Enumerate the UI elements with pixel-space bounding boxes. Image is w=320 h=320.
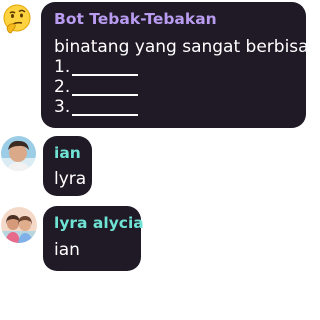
message-bubble-lyra-alycia: lyra alycia ian	[43, 206, 144, 271]
message-sender-ian[interactable]: ian	[54, 145, 81, 162]
message-sender-bot[interactable]: Bot Tebak-Tebakan	[54, 11, 217, 28]
answer-blank-line	[72, 74, 138, 76]
user-avatar-lyra-alycia[interactable]	[1, 207, 37, 243]
message-text-line: lyra	[54, 169, 87, 189]
message-text-line: 2.	[54, 77, 71, 97]
message-bubble-bot: Bot Tebak-Tebakan binatang yang sangat b…	[41, 2, 318, 128]
message-sender-lyra-alycia[interactable]: lyra alycia	[54, 215, 144, 232]
chat-view: Bot Tebak-Tebakan binatang yang sangat b…	[0, 0, 318, 320]
bot-avatar-thinking-face-icon[interactable]	[1, 3, 34, 36]
user-avatar-ian[interactable]	[1, 136, 36, 171]
message-text-line: 3.	[54, 97, 71, 117]
message-text-line: 1.	[54, 57, 71, 77]
answer-blank-line	[72, 94, 138, 96]
answer-blank-line	[72, 114, 138, 116]
message-bubble-ian: ian lyra	[43, 136, 92, 196]
message-text-line: ian	[54, 240, 80, 260]
message-text-line: binatang yang sangat berbisa?	[54, 37, 318, 57]
